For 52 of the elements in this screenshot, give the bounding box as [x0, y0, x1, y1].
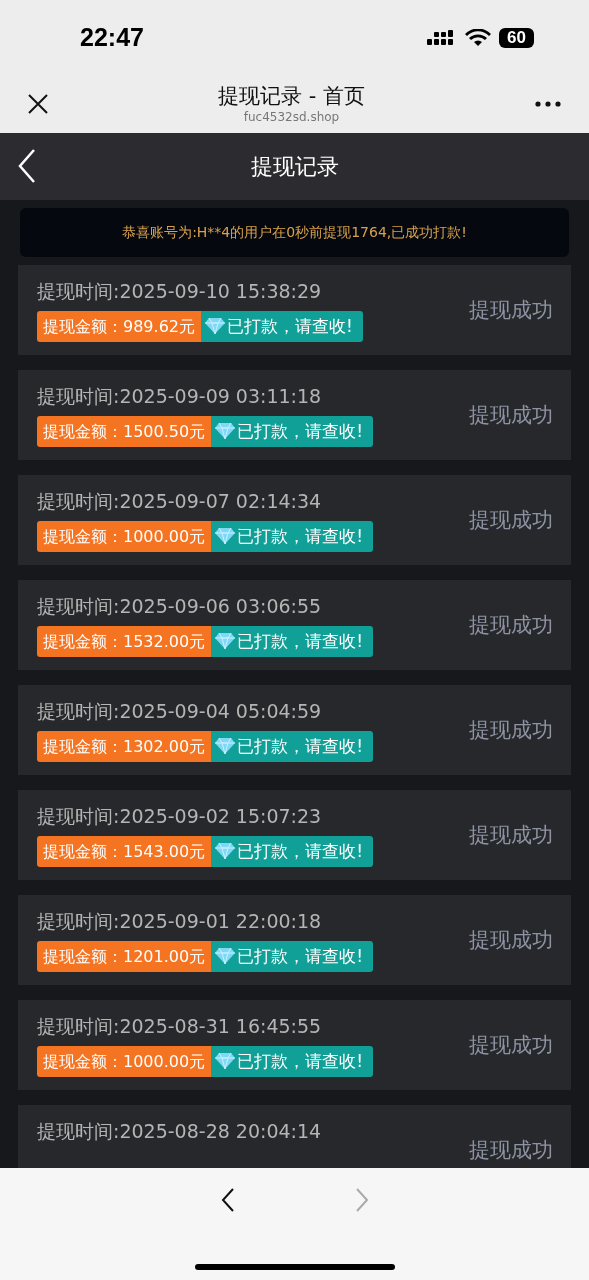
diamond-icon — [215, 1053, 236, 1069]
withdraw-time: 提现时间:2025-09-04 05:04:59 — [37, 698, 323, 724]
amount-tag: 提现金额：1532.00元 — [37, 625, 212, 657]
status-text: 提现成功 — [469, 402, 553, 429]
status-text: 提现成功 — [469, 927, 553, 954]
paid-tag: 已打款，请查收! — [211, 835, 373, 867]
status-text: 提现成功 — [469, 822, 553, 849]
status-text: 提现成功 — [469, 717, 553, 744]
amount-tag: 提现金额：1500.50元 — [37, 415, 212, 447]
withdraw-time: 提现时间:2025-09-06 03:06:55 — [37, 593, 323, 619]
battery-icon: 60 — [499, 27, 534, 48]
paid-tag: 已打款，请查收! — [211, 1045, 373, 1077]
status-time: 22:47 — [80, 23, 144, 52]
withdraw-time: 提现时间:2025-09-01 22:00:18 — [37, 908, 323, 934]
close-icon[interactable] — [28, 94, 48, 114]
status-text: 提现成功 — [469, 297, 553, 324]
diamond-icon — [205, 318, 225, 334]
paid-tag: 已打款，请查收! — [211, 940, 373, 972]
status-text: 提现成功 — [469, 612, 553, 639]
page-title: 提现记录 - 首页 — [218, 83, 365, 109]
diamond-icon — [215, 948, 236, 964]
withdraw-time: 提现时间:2025-09-09 03:11:18 — [37, 383, 323, 409]
notice-text: 恭喜账号为:H**4的用户在0秒前提现1764,已成功打款! — [122, 223, 467, 242]
diamond-icon — [215, 738, 236, 754]
status-text: 提现成功 — [469, 1032, 553, 1059]
amount-tag: 提现金额：1000.00元 — [37, 1045, 212, 1077]
paid-tag: 已打款，请查收! — [211, 730, 373, 762]
amount-tag: 提现金额：989.62元 — [37, 310, 201, 342]
diamond-icon — [215, 633, 236, 649]
amount-tag: 提现金额：1543.00元 — [37, 835, 212, 867]
paid-tag: 已打款，请查收! — [211, 520, 373, 552]
wifi-icon — [465, 28, 492, 47]
diamond-icon — [215, 423, 236, 439]
withdraw-time: 提现时间:2025-09-07 02:14:34 — [37, 488, 323, 514]
page-url: fuc4532sd.shop — [243, 109, 340, 125]
status-text: 提现成功 — [469, 507, 553, 534]
diamond-icon — [215, 843, 236, 859]
amount-tag: 提现金额：1000.00元 — [37, 520, 212, 552]
status-text: 提现成功 — [469, 1137, 553, 1164]
back-icon[interactable] — [18, 149, 36, 183]
more-icon[interactable] — [535, 101, 561, 107]
withdraw-time: 提现时间:2025-08-28 20:04:14 — [37, 1118, 322, 1144]
amount-tag: 提现金额：1302.00元 — [37, 730, 212, 762]
withdraw-time: 提现时间:2025-09-02 15:07:23 — [37, 803, 323, 829]
withdraw-time: 提现时间:2025-08-31 16:45:55 — [37, 1013, 323, 1039]
paid-tag: 已打款，请查收! — [211, 415, 373, 447]
paid-tag: 已打款，请查收! — [201, 310, 363, 342]
withdraw-time: 提现时间:2025-09-10 15:38:29 — [37, 278, 323, 304]
header-title: 提现记录 — [250, 152, 339, 181]
paid-tag: 已打款，请查收! — [211, 625, 373, 657]
diamond-icon — [215, 528, 236, 544]
amount-tag: 提现金额：1201.00元 — [37, 940, 212, 972]
